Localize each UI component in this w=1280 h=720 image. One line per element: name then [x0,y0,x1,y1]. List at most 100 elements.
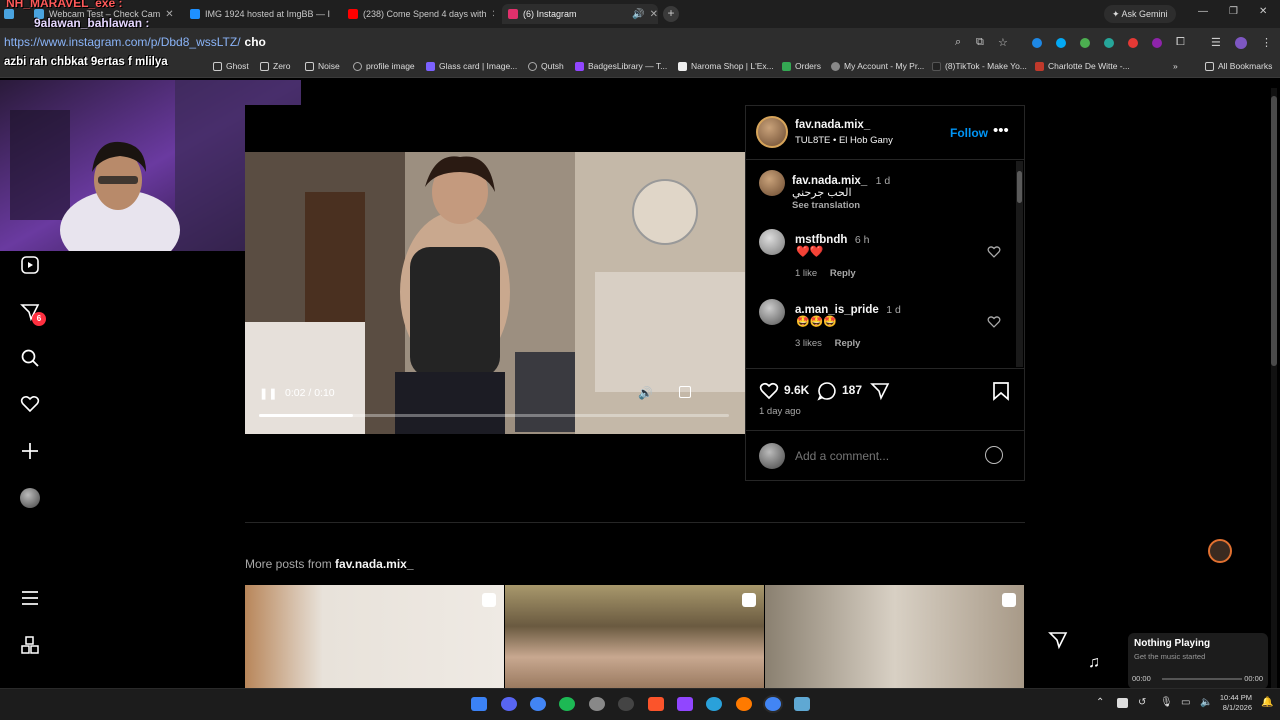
emoji-icon[interactable] [985,446,1003,464]
bookmark-noise[interactable]: Noise [305,61,340,71]
see-translation-link[interactable]: See translation [792,200,860,211]
bookmark-my-account[interactable]: My Account - My Pr... [831,61,924,71]
telegram-icon[interactable] [706,697,722,711]
comment-avatar[interactable] [759,229,785,255]
new-tab-button[interactable]: + [663,6,679,22]
volume-icon[interactable]: 🔈 [1200,697,1212,708]
more-posts-user[interactable]: fav.nada.mix_ [335,557,413,571]
video-progress-bar[interactable] [259,414,729,417]
comment-heart-icon[interactable] [987,245,1001,264]
reels-icon[interactable] [18,253,42,277]
system-clock[interactable]: 10:44 PM 8/1/2026 [1216,693,1252,713]
post-thumbnail[interactable] [765,585,1024,688]
bookmarks-overflow-icon[interactable]: » [1173,61,1178,71]
like-icon[interactable] [759,381,779,406]
bookmark-zero[interactable]: Zero [260,61,290,71]
zoom-icon[interactable]: ⌕ [955,36,961,49]
close-icon[interactable]: ✕ [165,9,173,20]
spotify-icon[interactable] [559,697,575,711]
comments-scrollbar[interactable] [1016,161,1023,367]
comment-likes[interactable]: 1 like [795,268,817,279]
tray-app-icon[interactable]: ↺ [1138,697,1146,708]
cast-icon[interactable]: ⧉ [976,36,984,49]
fullscreen-icon[interactable] [679,386,691,398]
profile-avatar[interactable] [18,486,42,510]
reply-button[interactable]: Reply [835,338,861,349]
scrollbar-thumb[interactable] [1017,171,1022,203]
tray-chevron-icon[interactable]: ⌃ [1096,697,1104,708]
close-icon[interactable]: ✕ [650,9,658,20]
more-options-icon[interactable]: ••• [993,122,1009,139]
minimize-icon[interactable]: — [1198,6,1208,17]
floating-extension-button[interactable] [1208,539,1232,563]
reply-button[interactable]: Reply [830,268,856,279]
extension-icon[interactable] [1152,38,1162,48]
tray-app-icon[interactable] [1117,698,1128,708]
follow-button[interactable]: Follow [950,126,988,140]
bookmark-glass-card[interactable]: Glass card | Image... [426,61,517,71]
bookmark-tiktok[interactable]: (8)TikTok - Make Yo... [932,61,1027,71]
bookmark-orders[interactable]: Orders [782,61,821,71]
bookmark-qutsh[interactable]: Qutsh [528,61,564,71]
steam-icon[interactable] [589,697,605,711]
volume-icon[interactable]: 🔊 [638,386,653,400]
more-apps-icon[interactable] [18,633,42,657]
extension-icon[interactable] [1104,38,1114,48]
comment-heart-icon[interactable] [987,315,1001,334]
discord-icon[interactable] [501,697,517,711]
extensions-puzzle-icon[interactable]: ⧠ [1176,36,1185,49]
pause-icon[interactable]: ❚❚ [259,387,277,400]
comment-count[interactable]: 187 [842,383,862,397]
author-username[interactable]: fav.nada.mix_ [795,119,870,131]
like-count[interactable]: 9.6K [784,383,809,397]
extension-icon[interactable] [1080,38,1090,48]
twitch-icon[interactable] [677,697,693,711]
extension-icon[interactable] [1032,38,1042,48]
close-window-icon[interactable]: ✕ [1259,6,1267,17]
app-icon[interactable] [794,697,810,711]
bookmark-naroma-shop[interactable]: Naroma Shop | L'Ex... [678,61,774,71]
add-comment-input[interactable] [795,446,975,466]
extension-icon[interactable] [1128,38,1138,48]
heart-icon[interactable] [18,392,42,416]
app-icon[interactable] [736,697,752,711]
obs-icon[interactable] [618,697,634,711]
post-thumbnail[interactable] [505,585,764,688]
close-icon[interactable]: ✕ [492,9,494,20]
network-icon[interactable]: ▭ [1181,697,1190,708]
menu-icon[interactable]: ⋮ [1261,36,1272,49]
reading-list-icon[interactable]: ☰ [1211,36,1221,49]
page-scrollbar[interactable] [1271,88,1277,688]
share-icon[interactable] [870,381,890,406]
author-avatar[interactable] [756,116,788,148]
scrollbar-thumb[interactable] [1271,96,1277,366]
chrome-active-icon[interactable] [765,697,781,711]
profile-avatar[interactable] [1235,37,1247,49]
hamburger-menu-icon[interactable] [18,586,42,610]
search-icon[interactable] [18,346,42,370]
caption-avatar[interactable] [759,170,785,196]
brave-icon[interactable] [648,697,664,711]
bookmark-profile-image[interactable]: profile image [353,61,415,71]
ask-gemini-button[interactable]: ✦ Ask Gemini [1104,5,1176,23]
comment-likes[interactable]: 3 likes [795,338,822,349]
bookmark-ghost[interactable]: Ghost [213,61,249,71]
star-icon[interactable]: ☆ [998,36,1008,49]
notifications-icon[interactable]: 🔔 [1261,697,1273,708]
comment-avatar[interactable] [759,299,785,325]
extension-icon[interactable] [1056,38,1066,48]
current-user-avatar[interactable] [759,443,785,469]
url-field[interactable]: https://www.instagram.com/p/Dbd8_wssLTZ/… [4,35,266,49]
microphone-icon[interactable]: 🎙 [1160,697,1173,708]
bookmark-badgeslibrary[interactable]: BadgesLibrary — T... [575,61,667,71]
post-thumbnail[interactable] [245,585,504,688]
save-icon[interactable] [992,381,1010,406]
share-icon[interactable] [1048,630,1068,655]
close-icon[interactable]: ✕ [335,9,336,20]
speaker-icon[interactable]: 🔊 [632,9,644,20]
start-menu-icon[interactable] [471,697,487,711]
tab-instagram[interactable]: (6) Instagram 🔊 ✕ [502,4,658,24]
chrome-icon[interactable] [530,697,546,711]
comment-icon[interactable] [817,381,837,406]
media-progress-bar[interactable] [1162,678,1242,680]
